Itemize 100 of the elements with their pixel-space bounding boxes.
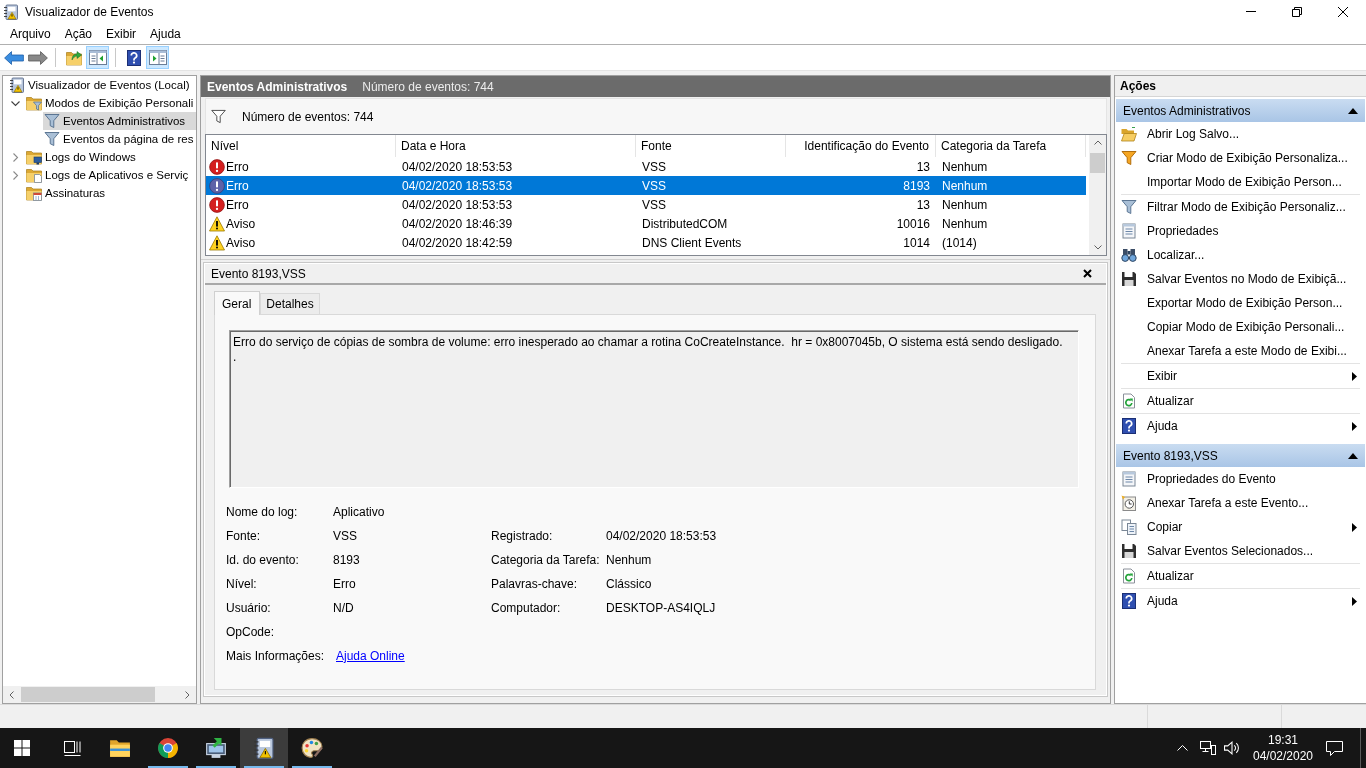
field-value: Clássico bbox=[606, 577, 652, 591]
action-item[interactable]: Ajuda bbox=[1115, 414, 1366, 438]
scroll-left-icon[interactable] bbox=[9, 690, 14, 699]
clock-date[interactable]: 04/02/2020 bbox=[1252, 748, 1314, 764]
field-label: Computador: bbox=[491, 601, 562, 615]
field-label: Fonte: bbox=[226, 529, 262, 543]
table-cell-text: 10016 bbox=[895, 216, 931, 231]
log-book-icon bbox=[253, 737, 275, 759]
tree-item[interactable]: Visualizador de Eventos (Local) bbox=[8, 76, 196, 94]
action-item[interactable]: Salvar Eventos no Modo de Exibiçã... bbox=[1115, 267, 1366, 291]
menu-item[interactable]: Ajuda bbox=[143, 24, 188, 43]
start-icon[interactable] bbox=[14, 740, 30, 756]
action-item[interactable]: Filtrar Modo de Exibição Personaliz... bbox=[1115, 195, 1366, 219]
tab[interactable]: Geral bbox=[214, 291, 261, 315]
document-icon bbox=[1121, 471, 1137, 487]
scroll-thumb[interactable] bbox=[21, 687, 155, 702]
field-value: 8193 bbox=[333, 553, 361, 567]
document-icon bbox=[1121, 223, 1137, 239]
task-view-icon[interactable] bbox=[63, 740, 81, 756]
speaker-icon[interactable] bbox=[1224, 741, 1240, 755]
table-cell-text: VSS bbox=[641, 197, 667, 212]
action-item[interactable]: Atualizar bbox=[1115, 564, 1366, 588]
table-cell-text: 8193 bbox=[902, 178, 931, 193]
action-item[interactable]: Localizar... bbox=[1115, 243, 1366, 267]
ring-logo-icon bbox=[157, 737, 179, 759]
column-header[interactable]: Categoria da Tarefa bbox=[936, 135, 1086, 157]
menu-item[interactable]: Ação bbox=[57, 24, 100, 43]
column-header[interactable]: Identificação do Evento bbox=[786, 135, 936, 157]
clock-time[interactable]: 19:31 bbox=[1268, 732, 1298, 748]
speech-bubble-icon[interactable] bbox=[1326, 740, 1343, 756]
table-cell: Erro bbox=[226, 159, 249, 174]
restore-icon bbox=[1292, 6, 1302, 17]
table-cell-text: Nenhum bbox=[941, 178, 989, 193]
event-row[interactable]: Erro 04/02/2020 18:53:53 VSS 8193 Nenhum bbox=[206, 176, 1086, 195]
clock-document-icon bbox=[1121, 495, 1137, 511]
table-cell-text: Nenhum bbox=[941, 216, 989, 231]
action-item[interactable]: Anexar Tarefa a este Modo de Exibi... bbox=[1115, 339, 1366, 363]
action-item[interactable]: Criar Modo de Exibição Personaliza... bbox=[1115, 146, 1366, 170]
action-item[interactable]: Copiar Modo de Exibição Personali... bbox=[1115, 315, 1366, 339]
triangle-up-icon[interactable] bbox=[1348, 452, 1358, 459]
section-header[interactable]: Evento 8193,VSS bbox=[1116, 444, 1365, 467]
event-row[interactable]: Aviso 04/02/2020 18:46:39 DistributedCOM 10016 Nenhum bbox=[206, 214, 1086, 233]
event-count: Número de eventos: 744 bbox=[362, 79, 494, 94]
caret-up-icon[interactable] bbox=[1177, 745, 1188, 751]
actions-header: Ações bbox=[1115, 76, 1366, 97]
help-link[interactable]: Ajuda Online bbox=[336, 649, 405, 663]
scroll-right-icon[interactable] bbox=[185, 690, 190, 699]
funnel-icon bbox=[1121, 199, 1137, 215]
field-label: Nível: bbox=[226, 577, 258, 591]
table-cell-text: Nenhum bbox=[941, 197, 989, 212]
folder-page-icon bbox=[26, 167, 42, 183]
action-item[interactable]: Propriedades do Evento bbox=[1115, 467, 1366, 491]
tree-item[interactable]: Modos de Exibição Personali bbox=[25, 94, 196, 112]
table-cell-text: 04/02/2020 18:42:59 bbox=[401, 235, 514, 250]
field-label: Nome do log: bbox=[226, 505, 299, 519]
column-header[interactable]: Data e Hora bbox=[396, 135, 636, 157]
error-icon bbox=[209, 196, 225, 213]
action-item[interactable]: Ajuda bbox=[1115, 589, 1366, 613]
event-row[interactable]: Erro 04/02/2020 18:53:53 VSS 13 Nenhum bbox=[206, 195, 1086, 214]
section-header[interactable]: Eventos Administrativos bbox=[1116, 99, 1365, 122]
menu-item[interactable]: Arquivo bbox=[3, 24, 58, 43]
close-icon[interactable] bbox=[1083, 269, 1092, 278]
action-item[interactable]: Propriedades bbox=[1115, 219, 1366, 243]
action-item[interactable]: Abrir Log Salvo... bbox=[1115, 122, 1366, 146]
event-row[interactable]: Aviso 04/02/2020 18:42:59 DNS Client Events 1014 (1014) bbox=[206, 233, 1086, 252]
scroll-thumb[interactable] bbox=[1090, 153, 1105, 173]
tab[interactable]: Detalhes bbox=[260, 293, 320, 314]
table-cell-text: 04/02/2020 18:53:53 bbox=[401, 159, 514, 174]
folder-monitor-icon bbox=[26, 149, 42, 165]
field-value: N/D bbox=[333, 601, 355, 615]
field-value: Erro bbox=[333, 577, 357, 591]
triangle-up-icon[interactable] bbox=[1348, 107, 1358, 114]
action-item[interactable]: Exibir bbox=[1115, 364, 1366, 388]
action-item[interactable]: Copiar bbox=[1115, 515, 1366, 539]
tree-item[interactable]: Logs do Windows bbox=[25, 148, 196, 166]
column-header[interactable]: Fonte bbox=[636, 135, 786, 157]
action-item[interactable]: Anexar Tarefa a este Evento... bbox=[1115, 491, 1366, 515]
tree-item[interactable]: Logs de Aplicativos e Serviç bbox=[25, 166, 196, 184]
column-header[interactable]: Nível bbox=[206, 135, 396, 157]
event-row[interactable]: Erro 04/02/2020 18:53:53 VSS 13 Nenhum bbox=[206, 157, 1086, 176]
horizontal-scrollbar[interactable] bbox=[3, 686, 196, 703]
scroll-down-icon[interactable] bbox=[1093, 245, 1102, 250]
network-icon[interactable] bbox=[1200, 741, 1216, 755]
tree-item[interactable]: Eventos Administrativos bbox=[43, 112, 196, 130]
table-cell-text: 04/02/2020 18:53:53 bbox=[401, 178, 514, 193]
scroll-up-icon[interactable] bbox=[1093, 140, 1102, 145]
menu-item[interactable]: Exibir bbox=[99, 24, 144, 43]
taskbar-button[interactable] bbox=[240, 728, 288, 768]
field-value: Aplicativo bbox=[333, 505, 386, 519]
tree-item[interactable]: Eventos da página de res bbox=[43, 130, 196, 148]
action-item[interactable]: Importar Modo de Exibição Person... bbox=[1115, 170, 1366, 194]
tree-item[interactable]: Assinaturas bbox=[25, 184, 196, 202]
action-item[interactable]: Atualizar bbox=[1115, 389, 1366, 413]
action-item[interactable]: Salvar Eventos Selecionados... bbox=[1115, 539, 1366, 563]
submenu-arrow-icon bbox=[1352, 522, 1357, 532]
message-field[interactable]: Erro do serviço de cópias de sombra de volume: erro inesperado ao chamar a rotina CoCreateInstance. hr = 0x8007045b, O sistema está sendo desligado. . bbox=[229, 330, 1079, 488]
warning-icon bbox=[209, 234, 225, 251]
chevron-icon[interactable] bbox=[10, 98, 20, 108]
vertical-scrollbar[interactable] bbox=[1089, 135, 1106, 255]
action-item[interactable]: Exportar Modo de Exibição Person... bbox=[1115, 291, 1366, 315]
